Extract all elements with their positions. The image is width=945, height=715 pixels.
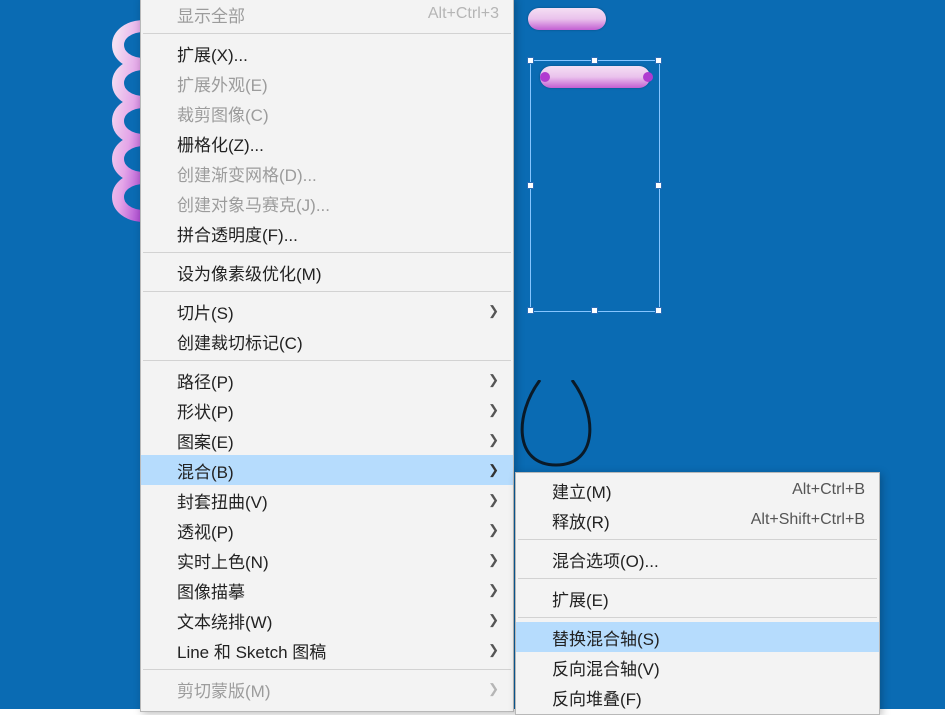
menu-separator bbox=[143, 360, 511, 361]
blend-submenu: 建立(M) Alt+Ctrl+B 释放(R) Alt+Shift+Ctrl+B 混合选项… bbox=[515, 472, 880, 715]
menu-separator bbox=[143, 291, 511, 292]
menu-separator bbox=[143, 252, 511, 253]
menu-item-label: 路径(P) bbox=[177, 368, 476, 393]
menu-item[interactable]: 图案(E) ❯ bbox=[141, 425, 513, 455]
selection-handle[interactable] bbox=[527, 307, 534, 314]
chevron-right-icon: ❯ bbox=[488, 432, 499, 448]
menu-item[interactable]: 实时上色(N) ❯ bbox=[141, 545, 513, 575]
menu-item[interactable]: 图像描摹 ❯ bbox=[141, 575, 513, 605]
menu-item-label: 扩展(E) bbox=[552, 586, 865, 611]
menu-item[interactable]: 扩展(X)... bbox=[141, 38, 513, 68]
menu-item-label: 创建对象马赛克(J)... bbox=[177, 191, 499, 216]
menu-item-label: 实时上色(N) bbox=[177, 548, 476, 573]
menu-item[interactable]: 透视(P) ❯ bbox=[141, 515, 513, 545]
selection-handle[interactable] bbox=[655, 307, 662, 314]
menu-item-label: Line 和 Sketch 图稿 bbox=[177, 638, 476, 663]
menu-item: 显示全部 Alt+Ctrl+3 bbox=[141, 0, 513, 29]
menu-item[interactable]: 路径(P) ❯ bbox=[141, 365, 513, 395]
menu-item[interactable]: Line 和 Sketch 图稿 ❯ bbox=[141, 635, 513, 665]
menu-item[interactable]: 扩展(E) bbox=[516, 583, 879, 613]
menu-item: 创建对象马赛克(J)... bbox=[141, 188, 513, 218]
loop-artwork bbox=[520, 380, 600, 470]
menu-item-label: 混合选项(O)... bbox=[552, 547, 865, 572]
anchor-point[interactable] bbox=[643, 72, 653, 82]
anchor-point[interactable] bbox=[540, 72, 550, 82]
chevron-right-icon: ❯ bbox=[488, 303, 499, 319]
menu-item-label: 创建渐变网格(D)... bbox=[177, 161, 499, 186]
chevron-right-icon: ❯ bbox=[488, 681, 499, 697]
menu-item[interactable]: 建立(M) Alt+Ctrl+B bbox=[516, 475, 879, 505]
menu-item[interactable]: 封套扭曲(V) ❯ bbox=[141, 485, 513, 515]
menu-item-label: 剪切蒙版(M) bbox=[177, 677, 476, 702]
menu-item-label: 反向混合轴(V) bbox=[552, 655, 865, 680]
menu-item: 裁剪图像(C) bbox=[141, 98, 513, 128]
menu-item[interactable]: 混合选项(O)... bbox=[516, 544, 879, 574]
menu-item[interactable]: 拼合透明度(F)... bbox=[141, 218, 513, 248]
menu-item: 创建渐变网格(D)... bbox=[141, 158, 513, 188]
menu-item-label: 切片(S) bbox=[177, 299, 476, 324]
selection-handle[interactable] bbox=[527, 182, 534, 189]
menu-item[interactable]: 混合(B) ❯ bbox=[141, 455, 513, 485]
menu-item-label: 裁剪图像(C) bbox=[177, 101, 499, 126]
menu-item-label: 文本绕排(W) bbox=[177, 608, 476, 633]
chevron-right-icon: ❯ bbox=[488, 402, 499, 418]
capsule-shape-2[interactable] bbox=[540, 66, 650, 88]
menu-shortcut: Alt+Ctrl+B bbox=[792, 481, 865, 499]
menu-item-label: 图像描摹 bbox=[177, 578, 476, 603]
menu-item-label: 透视(P) bbox=[177, 518, 476, 543]
menu-item-label: 扩展(X)... bbox=[177, 41, 499, 66]
menu-item: 剪切蒙版(M) ❯ bbox=[141, 674, 513, 704]
chevron-right-icon: ❯ bbox=[488, 552, 499, 568]
menu-item: 扩展外观(E) bbox=[141, 68, 513, 98]
selection-handle[interactable] bbox=[591, 57, 598, 64]
menu-item-label: 创建裁切标记(C) bbox=[177, 329, 499, 354]
menu-shortcut: Alt+Shift+Ctrl+B bbox=[751, 511, 865, 529]
chevron-right-icon: ❯ bbox=[488, 462, 499, 478]
selection-handle[interactable] bbox=[655, 57, 662, 64]
menu-item[interactable]: 释放(R) Alt+Shift+Ctrl+B bbox=[516, 505, 879, 535]
menu-item[interactable]: 反向混合轴(V) bbox=[516, 652, 879, 682]
menu-separator bbox=[518, 578, 877, 579]
menu-separator bbox=[518, 539, 877, 540]
menu-item-label: 形状(P) bbox=[177, 398, 476, 423]
menu-item[interactable]: 反向堆叠(F) bbox=[516, 682, 879, 712]
menu-item-label: 设为像素级优化(M) bbox=[177, 260, 499, 285]
menu-separator bbox=[143, 669, 511, 670]
menu-shortcut: Alt+Ctrl+3 bbox=[428, 5, 499, 23]
menu-item-label: 栅格化(Z)... bbox=[177, 131, 499, 156]
menu-item[interactable]: 形状(P) ❯ bbox=[141, 395, 513, 425]
menu-item-label: 替换混合轴(S) bbox=[552, 625, 865, 650]
object-menu: 显示全部 Alt+Ctrl+3 扩展(X)... 扩展外观(E) 裁剪图像(C) 栅格化(… bbox=[140, 0, 514, 712]
menu-item[interactable]: 设为像素级优化(M) bbox=[141, 257, 513, 287]
menu-item-label: 拼合透明度(F)... bbox=[177, 221, 499, 246]
selection-handle[interactable] bbox=[655, 182, 662, 189]
menu-separator bbox=[143, 33, 511, 34]
chevron-right-icon: ❯ bbox=[488, 522, 499, 538]
chevron-right-icon: ❯ bbox=[488, 372, 499, 388]
menu-item[interactable]: 创建裁切标记(C) bbox=[141, 326, 513, 356]
capsule-shape-1 bbox=[528, 8, 606, 30]
chevron-right-icon: ❯ bbox=[488, 642, 499, 658]
menu-item[interactable]: 切片(S) ❯ bbox=[141, 296, 513, 326]
menu-item-label: 扩展外观(E) bbox=[177, 71, 499, 96]
menu-item-label: 反向堆叠(F) bbox=[552, 685, 865, 710]
menu-separator bbox=[518, 617, 877, 618]
selection-handle[interactable] bbox=[527, 57, 534, 64]
menu-item-label: 显示全部 bbox=[177, 2, 404, 27]
canvas: 显示全部 Alt+Ctrl+3 扩展(X)... 扩展外观(E) 裁剪图像(C) 栅格化(… bbox=[0, 0, 945, 709]
menu-item-label: 建立(M) bbox=[552, 478, 768, 503]
menu-item-label: 封套扭曲(V) bbox=[177, 488, 476, 513]
chevron-right-icon: ❯ bbox=[488, 612, 499, 628]
menu-item[interactable]: 替换混合轴(S) bbox=[516, 622, 879, 652]
menu-item[interactable]: 栅格化(Z)... bbox=[141, 128, 513, 158]
menu-item-label: 混合(B) bbox=[177, 458, 476, 483]
selection-handle[interactable] bbox=[591, 307, 598, 314]
menu-item[interactable]: 文本绕排(W) ❯ bbox=[141, 605, 513, 635]
chevron-right-icon: ❯ bbox=[488, 492, 499, 508]
chevron-right-icon: ❯ bbox=[488, 582, 499, 598]
menu-item-label: 释放(R) bbox=[552, 508, 727, 533]
selection-bounds bbox=[530, 60, 660, 312]
menu-item-label: 图案(E) bbox=[177, 428, 476, 453]
